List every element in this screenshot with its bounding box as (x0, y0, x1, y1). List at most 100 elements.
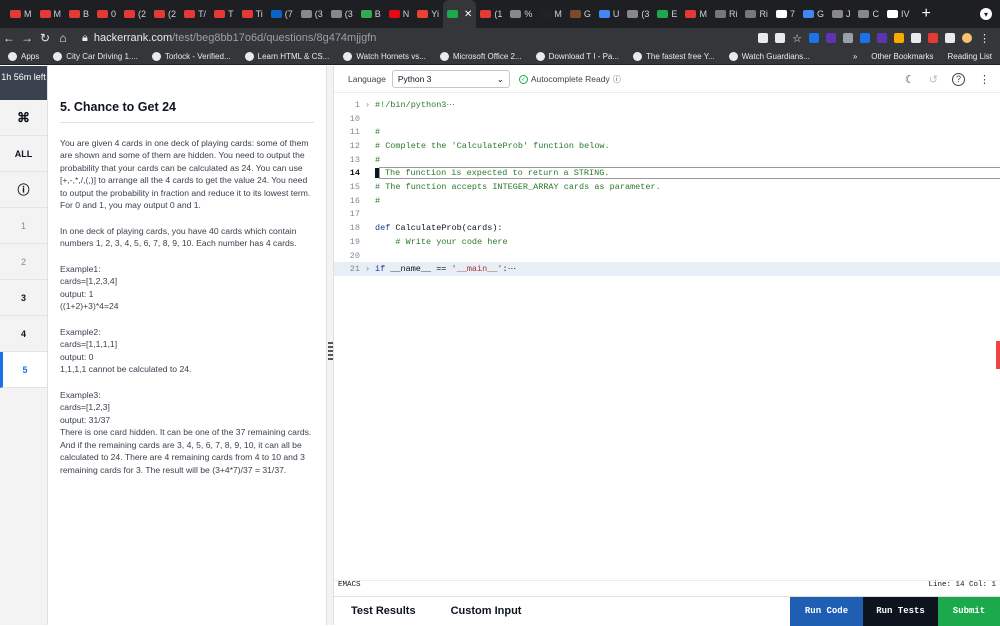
bookmark-item[interactable]: Download T I - Pa... (535, 51, 619, 61)
browser-tab[interactable]: N (385, 0, 414, 28)
code-line[interactable]: 20 (334, 249, 1000, 263)
other-bookmarks-link[interactable]: Other Bookmarks (871, 52, 933, 61)
home-icon[interactable]: ⌂ (54, 31, 72, 45)
browser-tab[interactable]: T (210, 0, 238, 28)
sidebar-item-question-3[interactable]: 3 (0, 280, 47, 316)
code-line[interactable]: 14 The function is expected to return a … (334, 167, 1000, 181)
bookmark-item[interactable]: Torlock - Verified... (151, 51, 231, 61)
browser-tab[interactable]: G (799, 0, 828, 28)
browser-tab[interactable]: 0 (93, 0, 120, 28)
browser-tab[interactable]: (3 (297, 0, 327, 28)
reset-icon[interactable]: ↺ (929, 73, 938, 86)
tab-custom-input[interactable]: Custom Input (451, 605, 522, 617)
browser-tab[interactable]: M (681, 0, 711, 28)
puzzle-icon[interactable] (945, 33, 955, 43)
browser-tab[interactable]: (3 (623, 0, 653, 28)
fold-chevron-icon[interactable]: › (360, 264, 375, 274)
browser-tab[interactable]: U (595, 0, 624, 28)
browser-tab[interactable]: Yi (413, 0, 443, 28)
code-line[interactable]: 17 (334, 208, 1000, 222)
code-line[interactable]: 15 # The function accepts INTEGER_ARRAY c… (334, 180, 1000, 194)
help-icon[interactable]: ? (952, 72, 965, 86)
browser-tab[interactable]: (7 (267, 0, 297, 28)
browser-tab[interactable]: J (828, 0, 855, 28)
run-code-button[interactable]: Run Code (790, 596, 863, 626)
bookmark-item[interactable]: Learn HTML & CS... (244, 51, 329, 61)
sidebar-item-question-5[interactable]: 5 (0, 352, 47, 388)
tab-test-results[interactable]: Test Results (351, 605, 416, 617)
code-line[interactable]: 19 # Write your code here (334, 235, 1000, 249)
code-line[interactable]: 16 # (334, 194, 1000, 208)
browser-tab[interactable]: % (506, 0, 536, 28)
bookmark-item[interactable]: The fastest free Y... (633, 51, 715, 61)
browser-tab[interactable]: Ti (238, 0, 267, 28)
extension-icon[interactable] (826, 33, 836, 43)
tab-search-icon[interactable]: ▾ (980, 8, 992, 20)
key-icon[interactable] (775, 33, 786, 43)
browser-tab[interactable]: (2 (120, 0, 150, 28)
bookmark-item[interactable]: Watch Guardians... (728, 51, 810, 61)
bookmark-item[interactable]: City Car Driving 1.... (53, 51, 138, 61)
fold-chevron-icon[interactable]: › (360, 100, 375, 110)
browser-tab[interactable]: M (36, 0, 66, 28)
browser-tab[interactable]: 7 (772, 0, 799, 28)
code-line[interactable]: 1 › #!/bin/python3⋯ (334, 98, 1000, 112)
sidebar-item-question-1[interactable]: 1 (0, 208, 47, 244)
extension-icon[interactable] (843, 33, 853, 43)
extension-icon[interactable] (877, 33, 887, 43)
sidebar-item-question-4[interactable]: 4 (0, 316, 47, 352)
command-icon[interactable]: ⌘ (0, 100, 47, 136)
url-field[interactable]: 🔒︎ hackerrank.com/test/beg8bb17o6d/quest… (82, 32, 376, 45)
forward-icon[interactable]: → (18, 31, 36, 45)
code-line[interactable]: 10 (334, 112, 1000, 126)
browser-tab[interactable]: (3 (327, 0, 357, 28)
browser-tab[interactable]: C (854, 0, 883, 28)
extension-icon[interactable] (894, 33, 904, 43)
autocomplete-status[interactable]: ✓ Autocomplete Ready ⓘ (518, 74, 621, 85)
browser-tab[interactable]: M (6, 0, 36, 28)
bookmarks-more[interactable]: » (853, 52, 857, 61)
code-editor[interactable]: 1 › #!/bin/python3⋯ 10 11 #12 # Complete the '… (334, 95, 1000, 575)
avatar[interactable] (962, 33, 972, 43)
star-icon[interactable]: ☆ (792, 32, 802, 45)
extension-icon[interactable] (928, 33, 938, 43)
bookmark-item[interactable]: Watch Hornets vs... (343, 51, 426, 61)
more-vertical-icon[interactable]: ⋮ (979, 73, 990, 86)
submit-button[interactable]: Submit (938, 596, 1000, 626)
theme-moon-icon[interactable]: ☾ (905, 73, 915, 86)
code-line[interactable]: 11 # (334, 125, 1000, 139)
browser-tab[interactable]: (2 (150, 0, 180, 28)
reading-list-link[interactable]: Reading List (948, 52, 992, 61)
sidebar-item-question-2[interactable]: 2 (0, 244, 47, 280)
browser-tab[interactable]: Ri (711, 0, 742, 28)
browser-tab[interactable]: E (653, 0, 681, 28)
extension-icon[interactable] (809, 33, 819, 43)
bookmark-item[interactable]: Microsoft Office 2... (439, 51, 522, 61)
code-line[interactable]: 18 def CalculateProb(cards): (334, 221, 1000, 235)
code-line[interactable]: 13 # (334, 153, 1000, 167)
run-tests-button[interactable]: Run Tests (863, 596, 938, 626)
reload-icon[interactable]: ↻ (36, 31, 54, 45)
pane-resizer[interactable] (326, 66, 334, 625)
browser-tab[interactable]: G (566, 0, 595, 28)
apps-link[interactable]: Apps (8, 51, 39, 61)
code-line[interactable]: 12 # Complete the 'CalculateProb' functio… (334, 139, 1000, 153)
browser-tab[interactable]: B (65, 0, 93, 28)
browser-tab[interactable]: T/ (180, 0, 210, 28)
sidebar-item-all[interactable]: ALL (0, 136, 47, 172)
browser-tab[interactable]: (1 (476, 0, 506, 28)
new-tab-button[interactable]: + (913, 5, 938, 23)
browser-tab[interactable]: IV (883, 0, 914, 28)
browser-tab[interactable]: ✕ (442, 0, 477, 28)
code-line[interactable]: 21 › if __name__ == '__main__':⋯ (334, 262, 1000, 277)
more-vertical-icon[interactable]: ⋮ (979, 32, 990, 45)
back-icon[interactable]: ← (0, 31, 18, 45)
browser-tab[interactable]: Ri (741, 0, 772, 28)
language-select[interactable]: Python 3 ⌄ (391, 70, 510, 88)
extension-icon[interactable] (860, 33, 870, 43)
extension-icon[interactable] (911, 33, 921, 43)
drag-handle-icon[interactable] (328, 342, 333, 362)
browser-tab[interactable]: M (536, 0, 566, 28)
info-icon[interactable]: ⓘ (0, 172, 47, 208)
close-icon[interactable]: ✕ (464, 9, 472, 20)
